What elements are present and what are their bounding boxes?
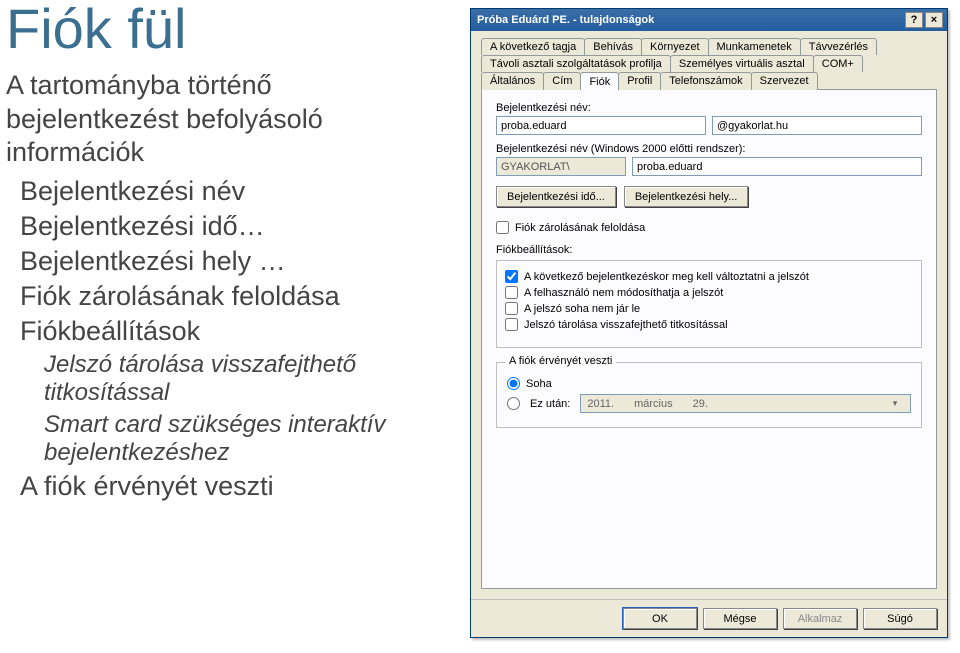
ok-button[interactable]: OK	[623, 608, 697, 629]
tab-panel-account: Bejelentkezési név: Bejelentkezési név (…	[481, 89, 937, 589]
tab-member-of[interactable]: A következő tagja	[481, 38, 585, 55]
logon-hours-button[interactable]: Bejelentkezési idő...	[496, 186, 616, 207]
account-expires-legend: A fiók érvényét veszti	[505, 355, 616, 367]
tab-account[interactable]: Fiók	[580, 72, 619, 90]
opt-user-cannot-change-pw[interactable]	[505, 286, 518, 299]
opt-label-0: A következő bejelentkezéskor meg kell vá…	[524, 271, 809, 283]
titlebar-close-button[interactable]: ×	[925, 12, 943, 28]
help-button[interactable]: Súgó	[863, 608, 937, 629]
expiry-never-label: Soha	[526, 378, 552, 390]
dialog-body: A következő tagja Behívás Környezet Munk…	[471, 31, 947, 599]
slide-item-3: Fiók zárolásának feloldása	[20, 281, 450, 312]
opt-pw-never-expires[interactable]	[505, 302, 518, 315]
properties-dialog-wrap: Próba Eduárd PE. - tulajdonságok ? × A k…	[470, 0, 960, 653]
slide-lead: A tartományba történő bejelentkezést bef…	[6, 69, 450, 170]
titlebar-help-button[interactable]: ?	[905, 12, 923, 28]
tab-personal-vd[interactable]: Személyes virtuális asztal	[670, 55, 814, 72]
unlock-account-label: Fiók zárolásának feloldása	[515, 222, 645, 234]
tab-phones[interactable]: Telefonszámok	[660, 72, 751, 90]
tabs: A következő tagja Behívás Környezet Munk…	[481, 37, 937, 89]
dialog-title: Próba Eduárd PE. - tulajdonságok	[477, 14, 903, 26]
titlebar[interactable]: Próba Eduárd PE. - tulajdonságok ? ×	[471, 9, 947, 31]
tab-org[interactable]: Szervezet	[751, 72, 818, 90]
account-settings-label: Fiókbeállítások:	[496, 244, 922, 256]
tab-sessions[interactable]: Munkamenetek	[708, 38, 801, 55]
logon-to-button[interactable]: Bejelentkezési hely...	[624, 186, 749, 207]
login-domain-input[interactable]	[712, 116, 922, 135]
unlock-account-checkbox[interactable]	[496, 221, 509, 234]
properties-dialog: Próba Eduárd PE. - tulajdonságok ? × A k…	[470, 8, 948, 638]
account-options-list[interactable]: A következő bejelentkezéskor meg kell vá…	[496, 260, 922, 348]
expiry-month: március	[634, 398, 673, 410]
expiry-never-radio[interactable]	[507, 377, 520, 390]
tab-complus[interactable]: COM+	[813, 55, 863, 72]
tab-remote-control[interactable]: Távvezérlés	[800, 38, 877, 55]
tab-environment[interactable]: Környezet	[641, 38, 709, 55]
slide-final: A fiók érvényét veszti	[20, 471, 450, 502]
opt-label-1: A felhasználó nem módosíthatja a jelszót	[524, 287, 723, 299]
tab-address[interactable]: Cím	[543, 72, 581, 90]
opt-label-3: Jelszó tárolása visszafejthető titkosítá…	[524, 319, 728, 331]
expiry-after-radio[interactable]	[507, 397, 520, 410]
slide-item-2: Bejelentkezési hely …	[20, 246, 450, 277]
opt-reversible-encryption[interactable]	[505, 318, 518, 331]
legacy-domain-box: GYAKORLAT\	[496, 157, 626, 176]
legacy-login-label: Bejelentkezési név (Windows 2000 előtti …	[496, 143, 922, 155]
apply-button[interactable]: Alkalmaz	[783, 608, 857, 629]
expiry-date-picker[interactable]: 2011. március 29. ▾	[580, 394, 911, 413]
slide-item-1: Bejelentkezési idő…	[20, 211, 450, 242]
cancel-button[interactable]: Mégse	[703, 608, 777, 629]
slide-text: Fiók fül A tartományba történő bejelentk…	[0, 0, 470, 653]
login-name-input[interactable]	[496, 116, 706, 135]
tab-dialin[interactable]: Behívás	[584, 38, 642, 55]
legacy-user-input[interactable]	[632, 157, 922, 176]
tab-profile[interactable]: Profil	[618, 72, 661, 90]
tab-general[interactable]: Általános	[481, 72, 544, 90]
chevron-down-icon: ▾	[886, 398, 904, 409]
slide-title: Fiók fül	[6, 0, 450, 59]
expiry-year: 2011.	[587, 398, 614, 410]
account-expires-group: A fiók érvényét veszti Soha Ez után: 201…	[496, 362, 922, 428]
opt-label-2: A jelszó soha nem jár le	[524, 303, 640, 315]
tab-rds-profile[interactable]: Távoli asztali szolgáltatások profilja	[481, 55, 671, 72]
opt-change-pw-next-logon[interactable]	[505, 270, 518, 283]
slide-item-4: Fiókbeállítások	[20, 316, 450, 347]
slide-item-0: Bejelentkezési név	[20, 176, 450, 207]
expiry-after-label: Ez után:	[530, 398, 570, 410]
slide-subitem-0: Jelszó tárolása visszafejthető titkosítá…	[44, 351, 450, 407]
login-name-label: Bejelentkezési név:	[496, 102, 922, 114]
expiry-day: 29.	[693, 398, 708, 410]
slide-subitem-1: Smart card szükséges interaktív bejelent…	[44, 411, 450, 467]
dialog-footer: OK Mégse Alkalmaz Súgó	[471, 599, 947, 637]
